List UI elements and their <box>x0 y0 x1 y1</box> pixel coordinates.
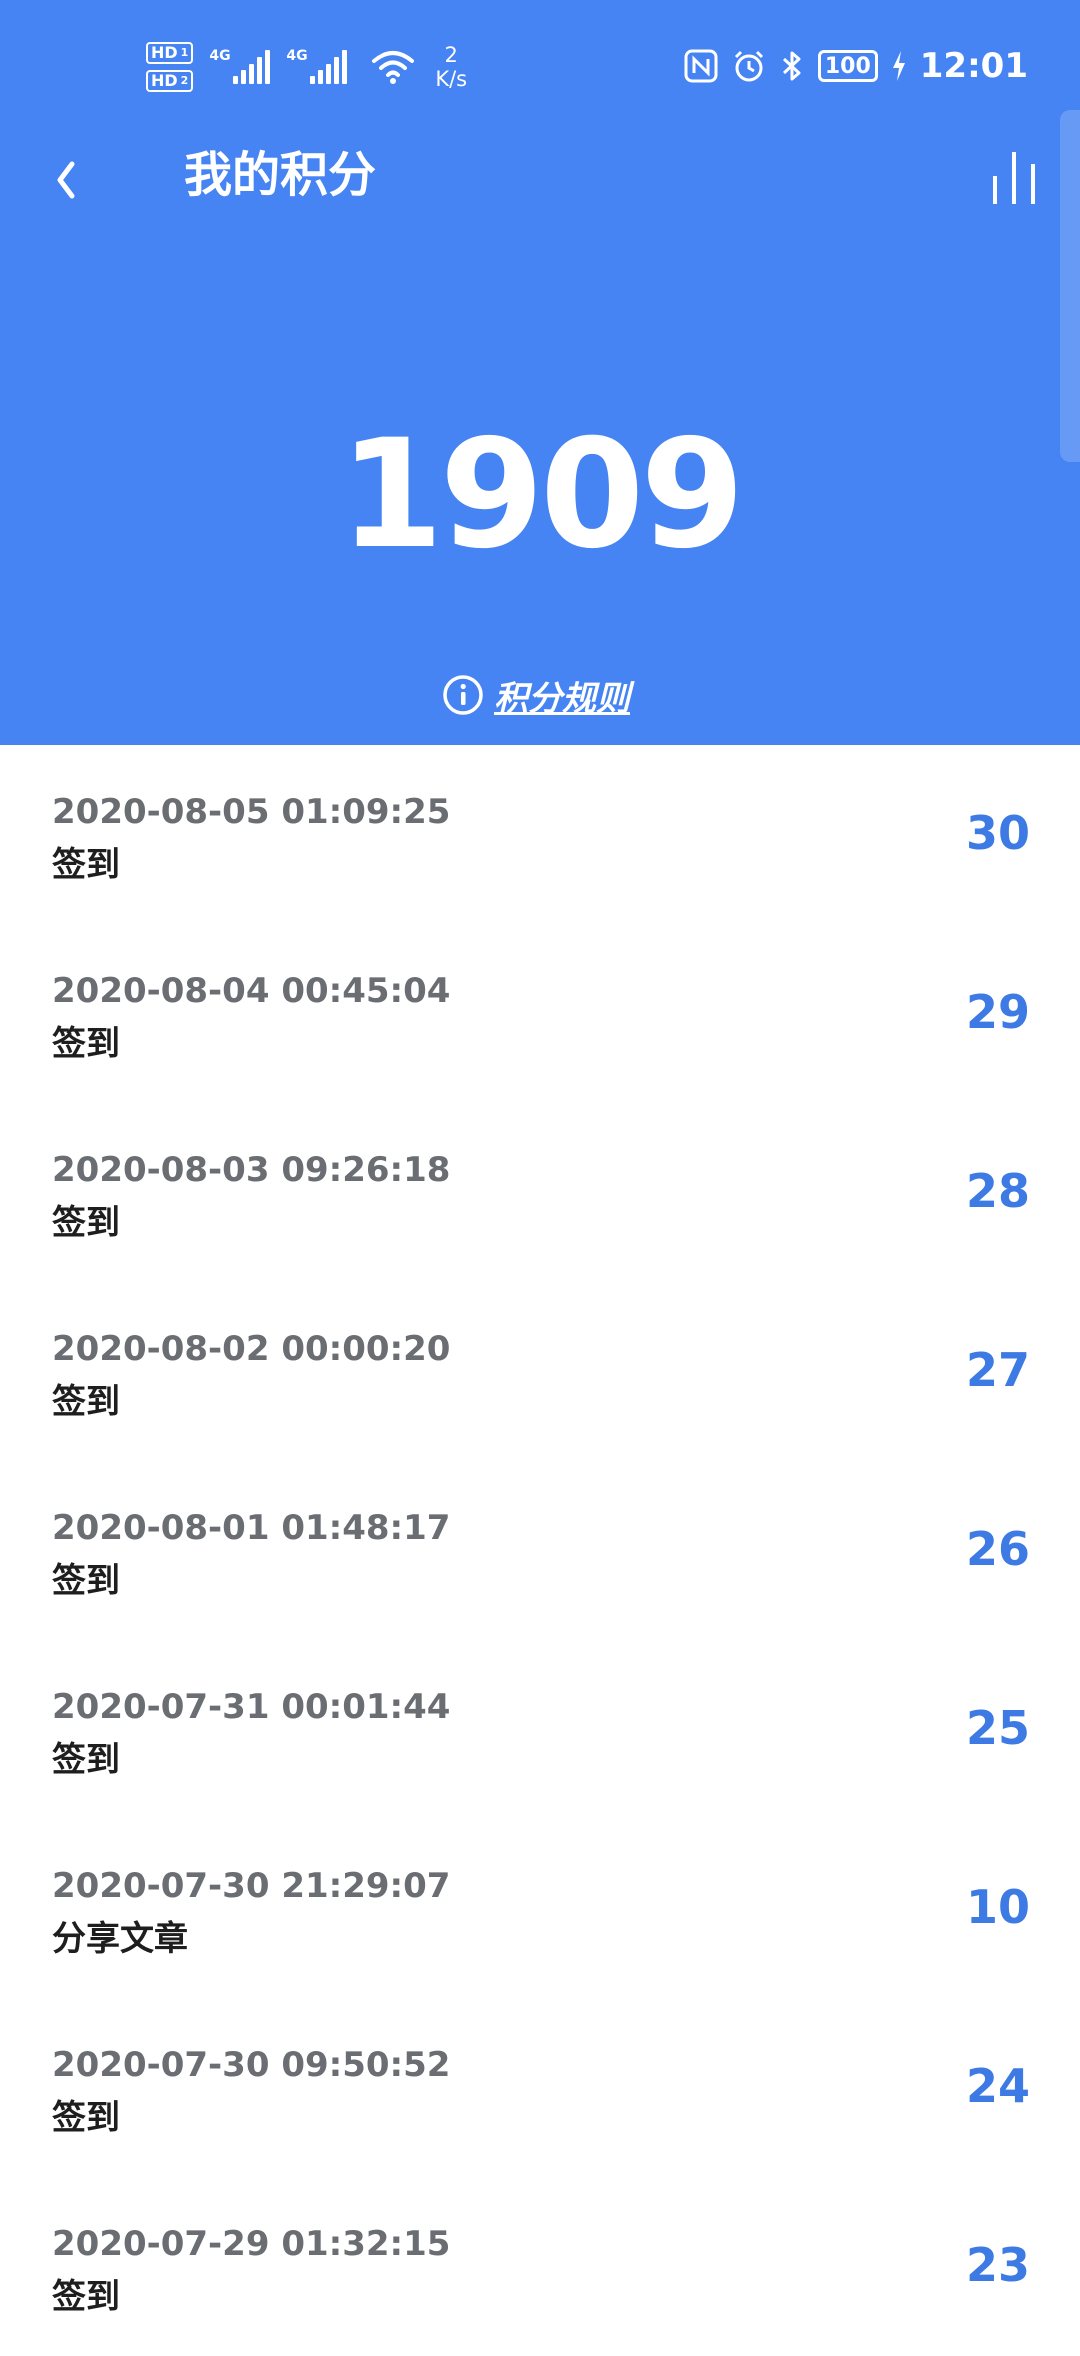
info-icon <box>443 675 483 715</box>
hd-indicators: HD 1 HD 2 <box>146 42 194 92</box>
record-time: 2020-07-30 21:29:07 <box>52 1866 451 1906</box>
hd1-label: HD <box>151 43 178 62</box>
list-item[interactable]: 2020-07-29 01:32:15 签到 23 <box>0 2177 1080 2356</box>
bar-chart-icon[interactable] <box>985 150 1045 206</box>
record-time: 2020-08-03 09:26:18 <box>52 1150 451 1190</box>
record-time: 2020-07-29 01:32:15 <box>52 2224 451 2264</box>
record-description: 分享文章 <box>52 1919 188 1959</box>
status-bar: HD 1 HD 2 4G 4G 2 K/s 100 12:01 <box>0 0 1080 130</box>
record-description: 签到 <box>52 1382 120 1422</box>
network2-label: 4G <box>286 48 308 64</box>
hd2-label: HD <box>151 71 178 90</box>
record-description: 签到 <box>52 1203 120 1243</box>
network1-label: 4G <box>209 48 231 64</box>
record-description: 签到 <box>52 1024 120 1064</box>
points-rules-link[interactable]: 积分规则 <box>442 668 630 722</box>
record-points: 10 <box>965 1880 1030 1934</box>
list-item[interactable]: 2020-08-01 01:48:17 签到 26 <box>0 1461 1080 1640</box>
signal-1-icon: 4G <box>209 48 271 84</box>
status-bar-left: HD 1 HD 2 4G 4G 2 K/s <box>146 32 467 102</box>
record-time: 2020-08-02 00:00:20 <box>52 1329 451 1369</box>
bluetooth-icon <box>782 51 801 81</box>
record-description: 签到 <box>52 1740 120 1780</box>
record-time: 2020-08-05 01:09:25 <box>52 792 451 832</box>
record-points: 27 <box>965 1343 1030 1397</box>
charging-icon <box>892 51 905 81</box>
status-bar-right: 100 12:01 <box>684 40 1028 92</box>
list-item[interactable]: 2020-08-02 00:00:20 签到 27 <box>0 1282 1080 1461</box>
record-points: 26 <box>965 1522 1030 1576</box>
points-history-list[interactable]: 2020-08-05 01:09:25 签到 30 2020-08-04 00:45:… <box>0 745 1080 2356</box>
record-points: 25 <box>965 1701 1030 1755</box>
page-title: 我的积分 <box>184 147 377 203</box>
battery-level: 100 <box>824 53 871 79</box>
list-item[interactable]: 2020-08-03 09:26:18 签到 28 <box>0 1103 1080 1282</box>
record-description: 签到 <box>52 845 120 885</box>
total-points: 1909 <box>339 408 744 582</box>
hd2-badge: HD 2 <box>146 70 194 92</box>
record-time: 2020-08-04 00:45:04 <box>52 971 451 1011</box>
record-time: 2020-07-31 00:01:44 <box>52 1687 451 1727</box>
list-item[interactable]: 2020-07-31 00:01:44 签到 25 <box>0 1640 1080 1819</box>
wifi-icon <box>372 51 415 84</box>
record-description: 签到 <box>52 2098 120 2138</box>
speed-unit: K/s <box>435 67 468 91</box>
network-speed: 2 K/s <box>435 43 467 91</box>
list-item[interactable]: 2020-07-30 21:29:07 分享文章 10 <box>0 1819 1080 1998</box>
list-item[interactable]: 2020-07-30 09:50:52 签到 24 <box>0 1998 1080 2177</box>
nfc-icon <box>684 49 718 83</box>
record-description: 签到 <box>52 2277 120 2317</box>
back-arrow-icon[interactable] <box>52 150 102 210</box>
record-points: 24 <box>965 2059 1030 2113</box>
list-item[interactable]: 2020-08-04 00:45:04 签到 29 <box>0 924 1080 1103</box>
hd1-badge: HD 1 <box>146 42 194 64</box>
hd2-sim: 2 <box>180 74 189 87</box>
record-points: 23 <box>965 2238 1030 2292</box>
record-points: 29 <box>965 985 1030 1039</box>
record-points: 30 <box>965 806 1030 860</box>
points-header: HD 1 HD 2 4G 4G 2 K/s 100 12:01 我的积分 190… <box>0 0 1080 745</box>
clock: 12:01 <box>919 46 1028 86</box>
record-time: 2020-08-01 01:48:17 <box>52 1508 451 1548</box>
alarm-icon <box>734 50 763 82</box>
rules-link-text[interactable]: 积分规则 <box>494 671 630 720</box>
record-points: 28 <box>965 1164 1030 1218</box>
record-description: 签到 <box>52 1561 120 1601</box>
hd1-sim: 1 <box>180 46 189 59</box>
speed-value: 2 <box>444 43 458 67</box>
list-item[interactable]: 2020-08-05 01:09:25 签到 30 <box>0 745 1080 924</box>
battery-indicator: 100 <box>817 50 878 82</box>
record-time: 2020-07-30 09:50:52 <box>52 2045 451 2085</box>
signal-2-icon: 4G <box>286 48 348 84</box>
